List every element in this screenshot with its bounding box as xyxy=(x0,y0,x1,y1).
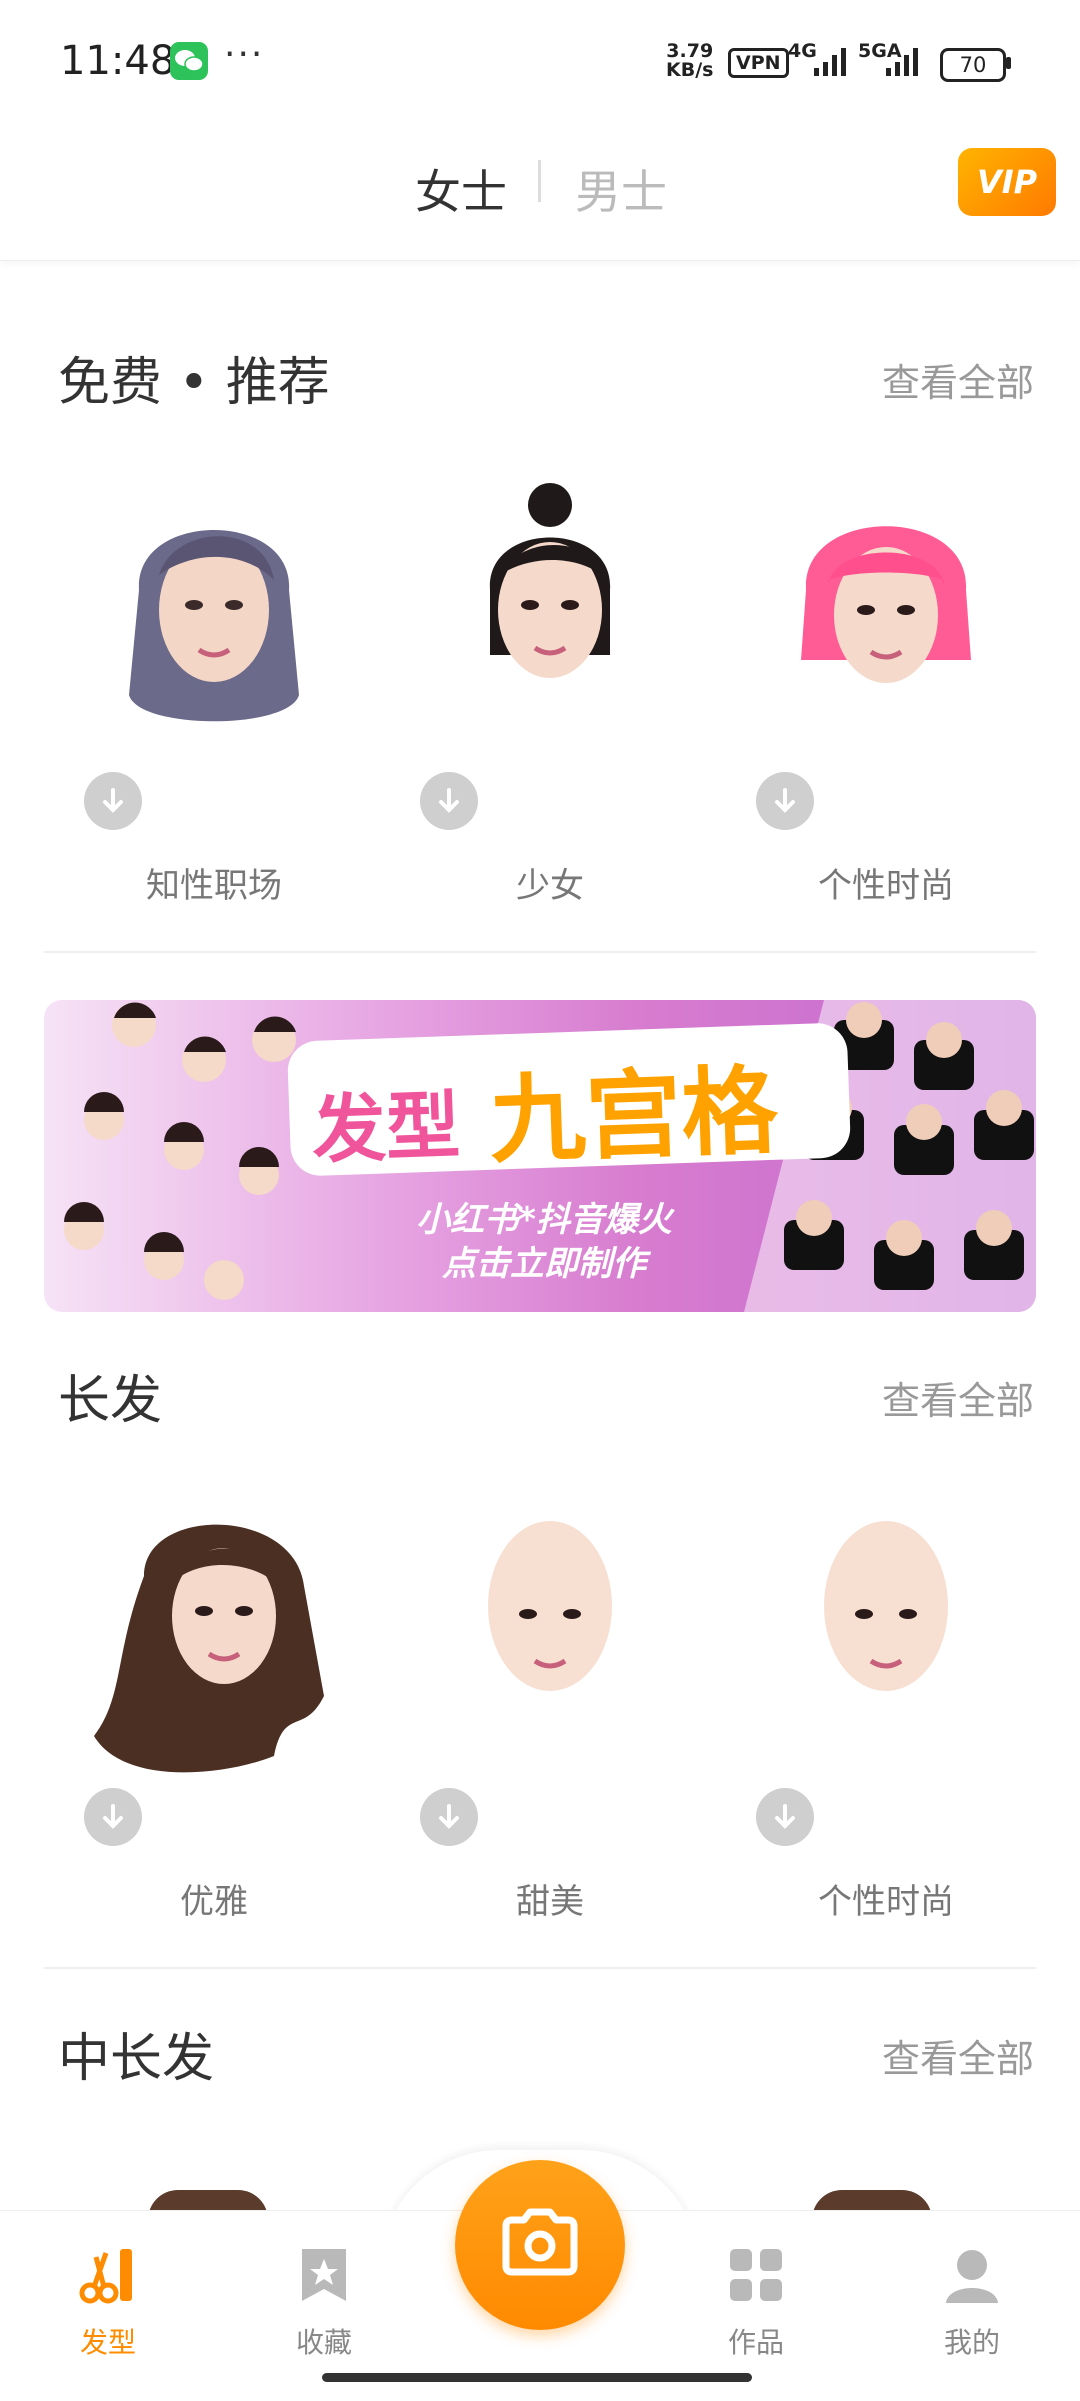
view-all-medium-hair[interactable]: 查看全部 xyxy=(882,2028,1034,2083)
hairstyle-portrait xyxy=(801,526,971,683)
section-title-long-hair: 长发 xyxy=(58,1371,163,1431)
download-icon[interactable] xyxy=(420,772,478,830)
scissors-comb-icon xyxy=(79,2249,132,2304)
tab-men[interactable]: 男士 xyxy=(575,156,667,222)
hairstyle-label: 知性职场 xyxy=(146,866,282,906)
banner-title: 发型 九宫格 xyxy=(286,1022,852,1177)
section-divider xyxy=(44,1967,1036,1969)
vpn-badge: VPN xyxy=(728,48,789,78)
more-notifications-icon: ··· xyxy=(224,34,265,75)
promo-banner-grid[interactable]: 发型 九宫格 小红书*抖音爆火 点击立即制作 xyxy=(44,1000,1036,1312)
nav-label: 作品 xyxy=(727,2326,784,2359)
hairstyle-card[interactable]: 个性时尚 xyxy=(716,1496,1056,1936)
banner-subtitle: 小红书*抖音爆火 点击立即制作 xyxy=(304,1198,784,1286)
hairstyle-card[interactable]: 个性时尚 xyxy=(716,480,1056,920)
nav-profile[interactable]: 我的 xyxy=(902,2233,1042,2363)
hairstyle-portrait xyxy=(488,1521,612,1691)
hairstyle-card[interactable]: 少女 xyxy=(380,480,720,920)
camera-icon xyxy=(502,2208,578,2276)
download-icon[interactable] xyxy=(756,1788,814,1846)
nav-label: 发型 xyxy=(79,2326,136,2359)
network-speed: 3.79 KB/s xyxy=(666,42,713,80)
hairstyle-label: 少女 xyxy=(516,866,584,906)
view-all-long-hair[interactable]: 查看全部 xyxy=(882,1370,1034,1425)
grid-icon xyxy=(730,2249,782,2301)
download-icon[interactable] xyxy=(84,772,142,830)
top-header: 女士 男士 VIP xyxy=(0,120,1080,261)
hairstyle-label: 甜美 xyxy=(516,1882,584,1922)
speed-unit: KB/s xyxy=(666,59,714,81)
battery-indicator: 70 xyxy=(940,48,1006,82)
banner-title-small: 发型 xyxy=(310,1082,462,1174)
nav-label: 我的 xyxy=(943,2326,1000,2359)
hairstyle-label: 优雅 xyxy=(180,1882,248,1922)
hairstyle-portrait xyxy=(824,1521,948,1691)
download-icon[interactable] xyxy=(420,1788,478,1846)
wechat-icon xyxy=(170,42,208,80)
person-icon xyxy=(946,2250,998,2303)
hairstyle-card[interactable]: 甜美 xyxy=(380,1496,720,1936)
nav-label: 收藏 xyxy=(295,2326,352,2359)
hairstyle-portrait xyxy=(489,483,611,678)
banner-subtitle-line1: 小红书*抖音爆火 xyxy=(416,1200,672,1240)
vip-button[interactable]: VIP xyxy=(958,148,1056,216)
hairstyle-card[interactable]: 优雅 xyxy=(44,1496,384,1936)
hairstyle-label: 个性时尚 xyxy=(818,866,954,906)
status-bar: 11:48 ··· 3.79 KB/s VPN 4G 5GA 70 xyxy=(0,0,1080,120)
battery-tip xyxy=(1006,57,1011,69)
nav-favorites[interactable]: 收藏 xyxy=(254,2233,394,2363)
section-title-medium-hair: 中长发 xyxy=(58,2029,215,2089)
hairstyle-portrait xyxy=(94,1524,324,1773)
tab-separator xyxy=(538,160,541,202)
nav-hairstyle[interactable]: 发型 xyxy=(38,2233,178,2363)
download-icon[interactable] xyxy=(84,1788,142,1846)
status-time: 11:48 xyxy=(60,38,176,84)
hairstyle-card[interactable]: 知性职场 xyxy=(44,480,384,920)
section-title-recommend: 免费 • 推荐 xyxy=(58,353,330,413)
signal-icon xyxy=(886,48,918,76)
home-indicator[interactable] xyxy=(322,2373,752,2382)
download-icon[interactable] xyxy=(756,772,814,830)
hairstyle-portrait xyxy=(129,530,299,722)
banner-subtitle-line2: 点击立即制作 xyxy=(442,1244,646,1284)
camera-button[interactable] xyxy=(455,2160,625,2330)
signal-icon xyxy=(814,48,846,76)
hairstyle-label: 个性时尚 xyxy=(818,1882,954,1922)
nav-works[interactable]: 作品 xyxy=(686,2233,826,2363)
bookmark-star-icon xyxy=(302,2249,346,2301)
section-divider xyxy=(44,951,1036,953)
tab-women[interactable]: 女士 xyxy=(415,156,507,222)
view-all-recommend[interactable]: 查看全部 xyxy=(882,352,1034,407)
banner-title-big: 九宫格 xyxy=(487,1054,780,1177)
